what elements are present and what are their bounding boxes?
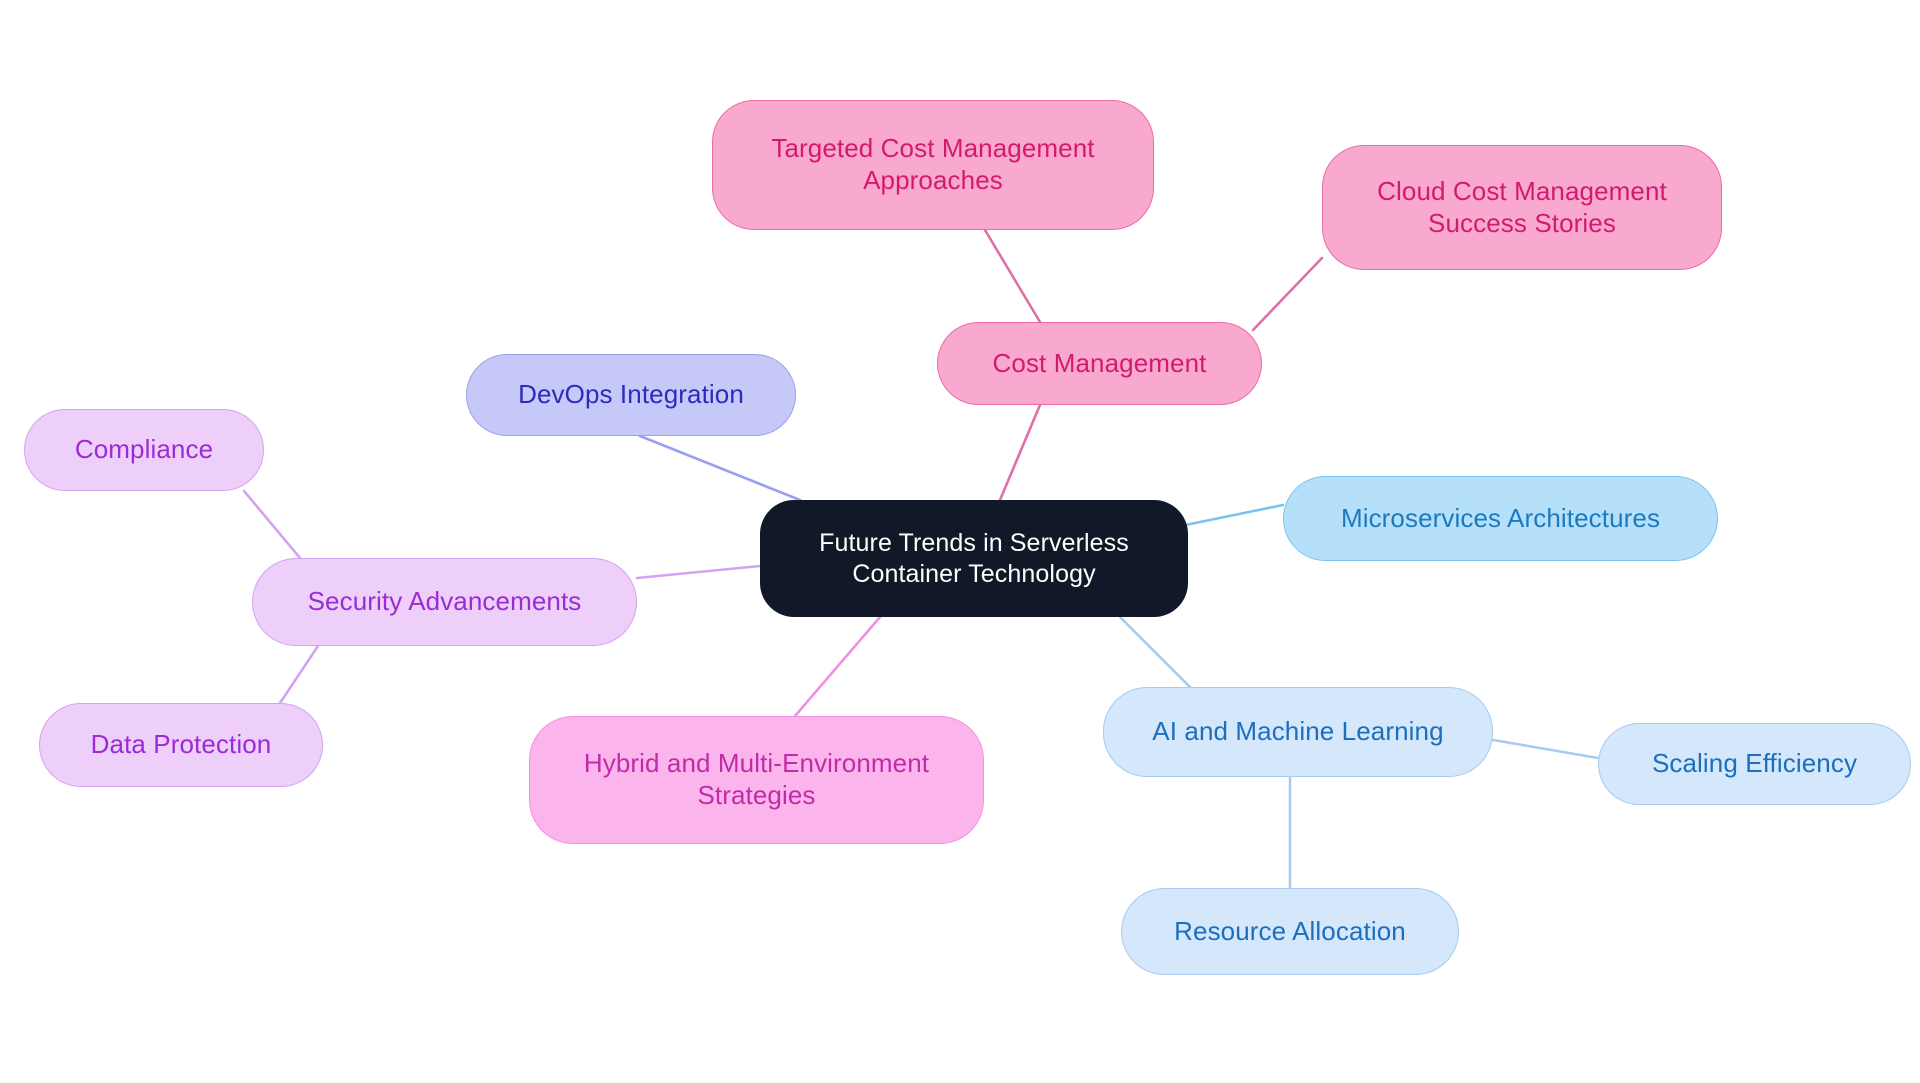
node-label: Hybrid and Multi-Environment Strategies (583, 748, 930, 810)
node-cloud-cost-management-success-stories[interactable]: Cloud Cost Management Success Stories (1322, 145, 1722, 270)
node-scaling-efficiency[interactable]: Scaling Efficiency (1598, 723, 1911, 805)
node-label: Resource Allocation (1174, 915, 1406, 946)
edge-ai-and-machine-learning-to-scaling-efficiency (1491, 738, 1600, 760)
node-data-protection[interactable]: Data Protection (39, 703, 323, 787)
node-compliance[interactable]: Compliance (24, 409, 264, 491)
edge-security-advancements-to-compliance (242, 489, 302, 560)
node-label: Targeted Cost Management Approaches (771, 133, 1095, 195)
node-label: AI and Machine Learning (1152, 716, 1444, 747)
edge-root-to-cost-management (998, 403, 1042, 502)
node-label: Data Protection (90, 729, 272, 760)
node-label: Cost Management (992, 347, 1207, 378)
node-devops-integration[interactable]: DevOps Integration (466, 354, 796, 436)
node-label: DevOps Integration (518, 379, 744, 410)
edge-root-to-security-advancements (635, 564, 762, 580)
edge-cost-management-to-cloud-cost-management-success-stories (1251, 256, 1324, 332)
edge-security-advancements-to-data-protection (278, 644, 320, 705)
node-label: Future Trends in Serverless Container Te… (819, 529, 1129, 588)
node-hybrid-and-multi-environment-strategies[interactable]: Hybrid and Multi-Environment Strategies (529, 716, 984, 844)
node-ai-and-machine-learning[interactable]: AI and Machine Learning (1103, 687, 1493, 777)
mindmap-canvas: Future Trends in Serverless Container Te… (0, 0, 1920, 1083)
edge-root-to-ai-and-machine-learning (1118, 615, 1192, 689)
node-label: Security Advancements (307, 586, 582, 617)
edge-root-to-hybrid-and-multi-environment-strategies (793, 615, 882, 718)
node-label: Scaling Efficiency (1651, 748, 1858, 779)
node-root[interactable]: Future Trends in Serverless Container Te… (760, 500, 1188, 617)
edge-root-to-devops-integration (638, 434, 802, 502)
node-label: Microservices Architectures (1340, 502, 1661, 533)
node-microservices-architectures[interactable]: Microservices Architectures (1283, 476, 1718, 561)
node-resource-allocation[interactable]: Resource Allocation (1121, 888, 1459, 975)
edge-cost-management-to-targeted-cost-management-approaches (983, 228, 1042, 324)
node-cost-management[interactable]: Cost Management (937, 322, 1262, 405)
node-targeted-cost-management-approaches[interactable]: Targeted Cost Management Approaches (712, 100, 1154, 230)
node-label: Cloud Cost Management Success Stories (1377, 175, 1667, 238)
node-security-advancements[interactable]: Security Advancements (252, 558, 637, 646)
node-label: Compliance (74, 434, 214, 465)
